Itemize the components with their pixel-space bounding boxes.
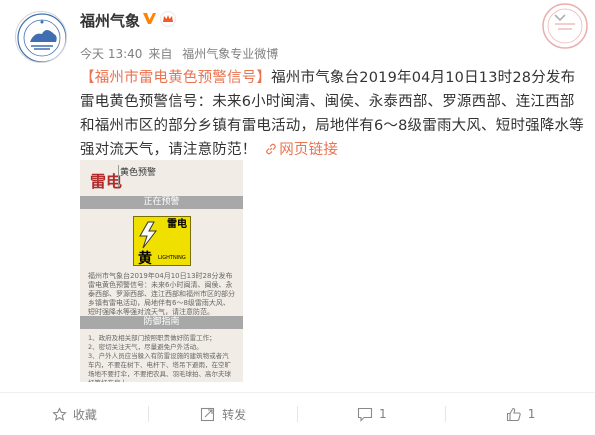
title-divider: [118, 165, 119, 187]
post-source[interactable]: 福州气象专业微博: [182, 47, 278, 61]
via-label: 来自: [148, 47, 173, 61]
member-crown-icon[interactable]: [160, 11, 176, 27]
guide-band: 防御指南: [80, 316, 243, 329]
guide-band-label: 防御指南: [143, 317, 180, 327]
comment-icon: [357, 407, 373, 422]
sign-top-text: 雷电: [167, 219, 187, 230]
repost-icon: [201, 407, 215, 421]
warning-description: 福州市气象台2019年04月10日13时28分发布雷电黄色预警信号：未来6小时闽…: [88, 272, 235, 316]
repost-label: 转发: [222, 407, 247, 422]
sign-en-text: LIGHTNING: [158, 255, 186, 261]
comment-button[interactable]: 1: [298, 393, 447, 435]
warning-subtitle: 黄色预警: [120, 168, 157, 178]
favorite-button[interactable]: 收藏: [0, 393, 149, 435]
thumbs-up-icon: [506, 407, 521, 421]
lightning-bolt-icon: [139, 221, 158, 249]
like-button[interactable]: 1: [446, 393, 595, 435]
star-icon: [52, 406, 67, 421]
weibo-post-card: 福州气象 今天 13:40 来自 福州气象专业微博 【福州市雷电黄色预警信号】福州…: [0, 0, 595, 435]
warning-image[interactable]: 雷电 黄色预警 正在预警 雷电 黄 LIGHTNING 福州市气象台2019年0…: [80, 160, 243, 382]
lightning-yellow-sign: 雷电 黄 LIGHTNING: [133, 216, 191, 267]
author-name[interactable]: 福州气象: [80, 10, 140, 31]
author-avatar[interactable]: [15, 11, 67, 63]
post-time[interactable]: 今天 13:40: [80, 47, 142, 61]
post-topic-link[interactable]: 【福州市雷电黄色预警信号】: [80, 70, 271, 86]
guide-text: 1、政府及相关部门按照职责做好防雷工作； 2、密切关注天气，尽量避免户外活动。 …: [88, 334, 231, 382]
post-meta: 今天 13:40 来自 福州气象专业微博: [80, 45, 284, 62]
comment-count: 1: [379, 407, 387, 421]
active-warning-band: 正在预警: [80, 196, 243, 209]
web-link-label: 网页链接: [279, 142, 339, 158]
verified-badge-icon: [143, 13, 156, 24]
link-icon: [266, 143, 277, 155]
repost-button[interactable]: 转发: [149, 393, 298, 435]
web-link[interactable]: 网页链接: [261, 142, 338, 158]
like-count: 1: [527, 407, 536, 421]
active-warning-label: 正在预警: [143, 197, 180, 207]
post-actions: 收藏 转发 1 1: [0, 393, 595, 435]
post-content: 【福州市雷电黄色预警信号】福州市气象台2019年04月10日13时28分发布雷电…: [80, 66, 585, 162]
sign-char: 黄: [138, 251, 152, 267]
more-chevron-icon[interactable]: [549, 6, 571, 28]
favorite-label: 收藏: [72, 407, 97, 422]
